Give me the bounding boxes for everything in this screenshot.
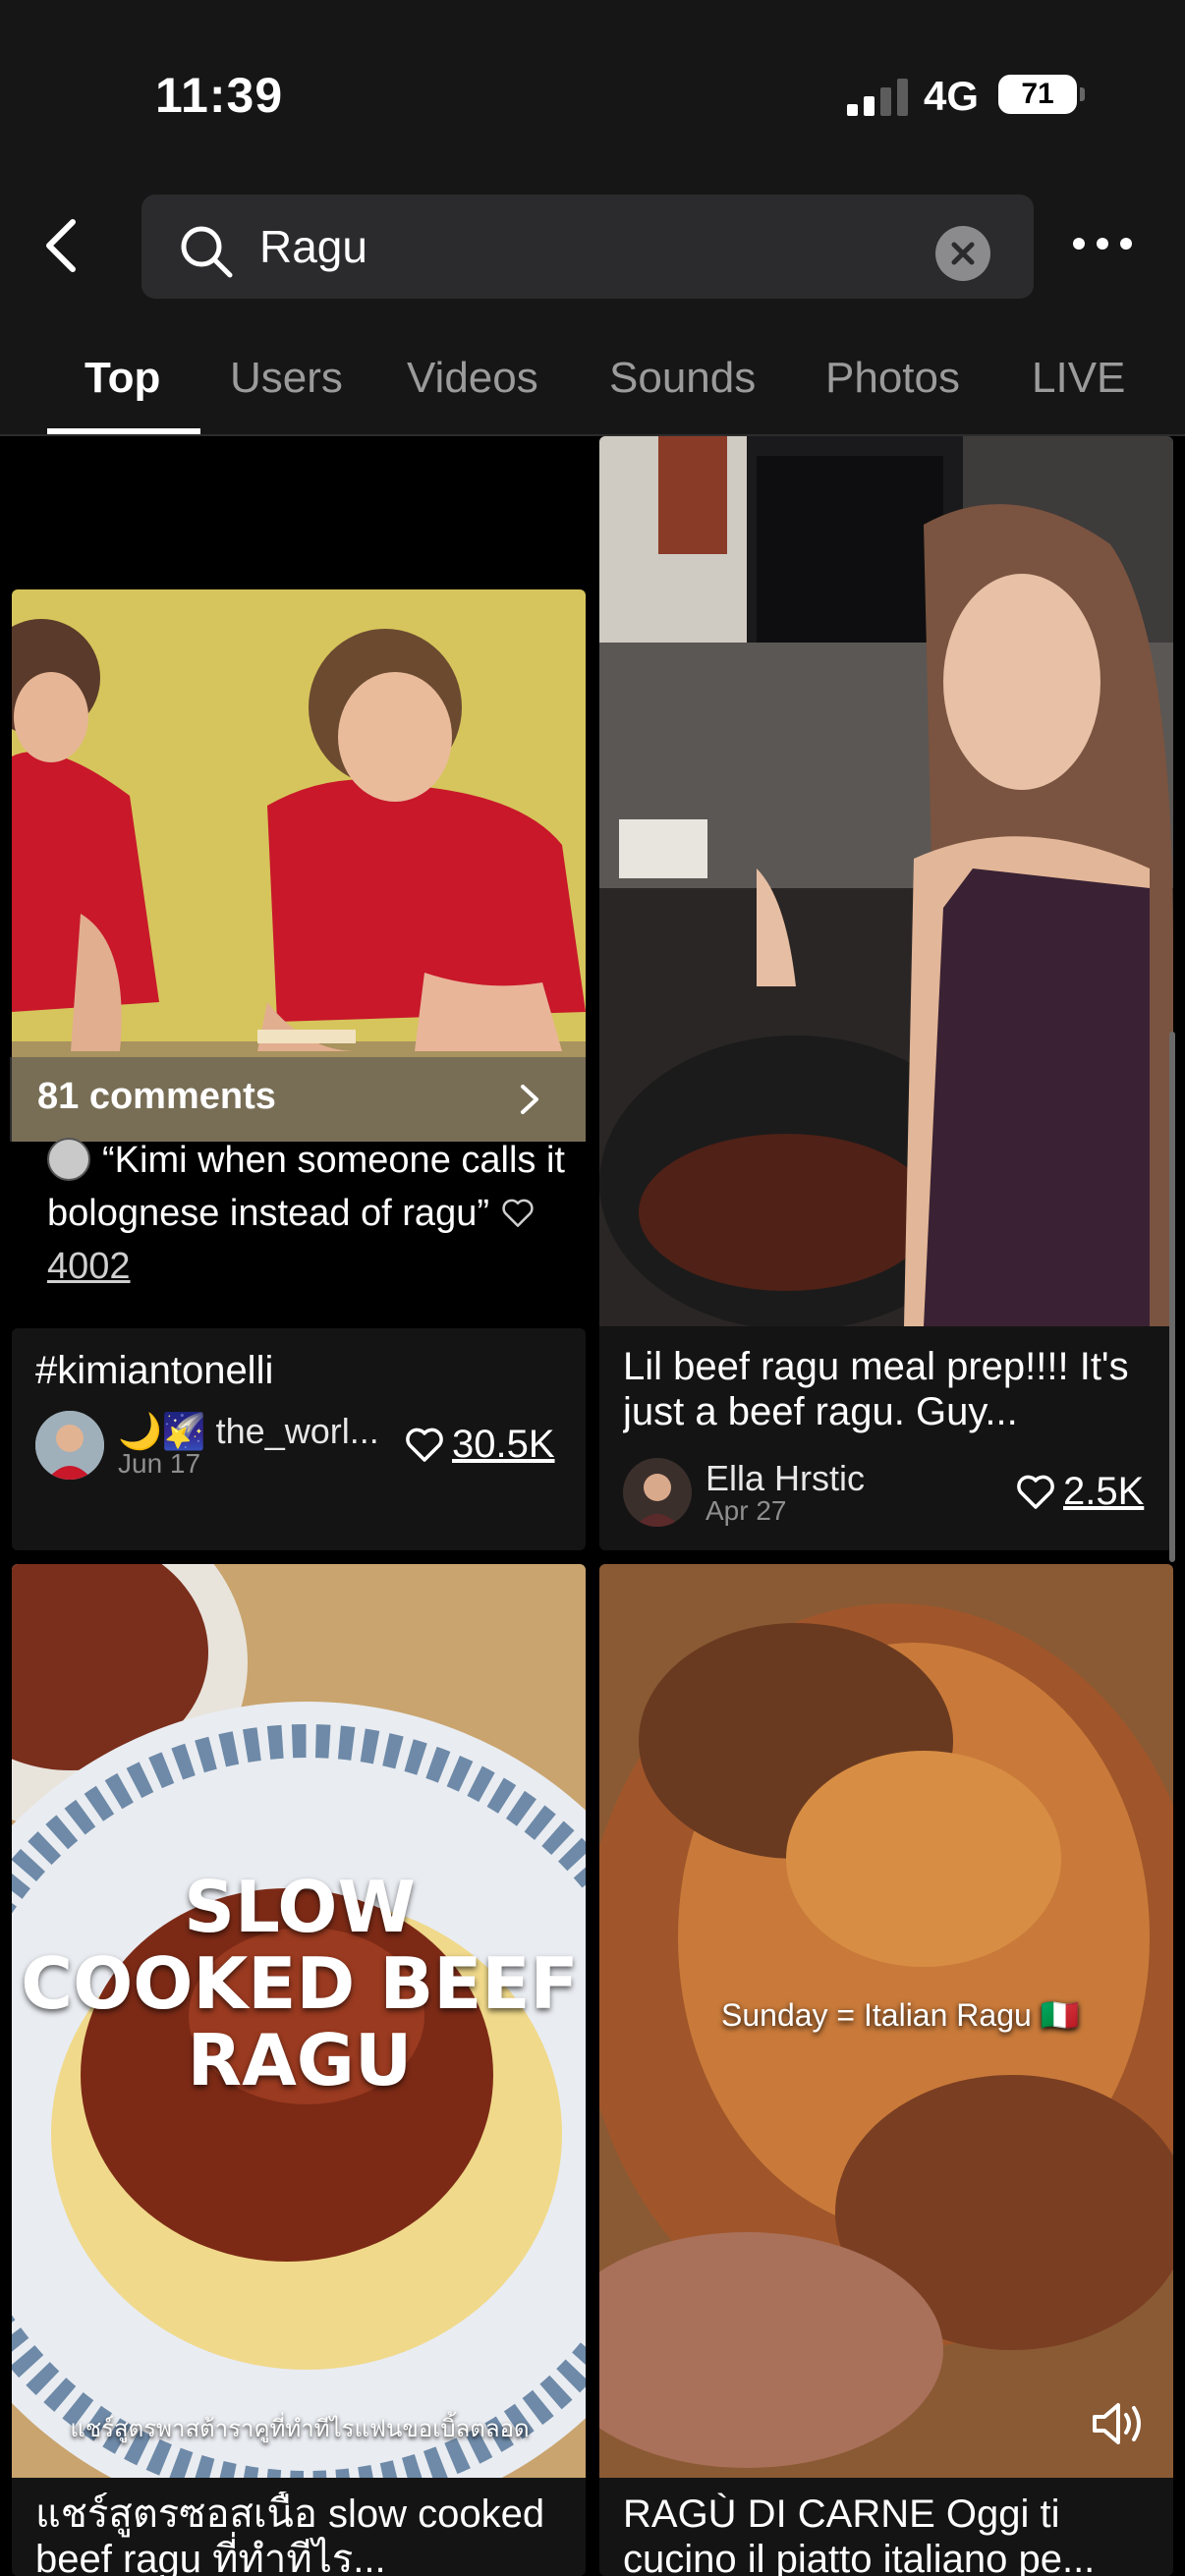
- video-overlay-subtitle: แชร์สูตรพาสต้าราคูที่ทำทีไรแฟนขอเบิ้ลตลอ…: [70, 2416, 530, 2442]
- author-avatar[interactable]: [623, 1458, 692, 1527]
- heart-icon[interactable]: [405, 1427, 444, 1464]
- top-comment-likes[interactable]: 4002: [47, 1246, 131, 1287]
- video-thumbnail[interactable]: Sunday = Italian Ragu 🇮🇹: [599, 1564, 1173, 2478]
- battery-icon: 71: [998, 75, 1085, 114]
- status-bar: 11:39 4G 71: [0, 0, 1185, 187]
- back-arrow-icon[interactable]: [33, 216, 92, 275]
- post-date: Jun 17: [118, 1448, 201, 1479]
- active-tab-indicator: [47, 428, 200, 434]
- video-caption: แชร์สูตรซอสเนื้อ slow cooked beef ragu ท…: [35, 2492, 545, 2576]
- video-card-kimi-meta[interactable]: #kimiantonelli 🌙🌠 the_worl... Jun 17 30.…: [12, 1328, 586, 1550]
- heart-icon[interactable]: [1016, 1474, 1055, 1511]
- video-thumbnail[interactable]: SLOW COOKED BEEF RAGU แชร์สูตรพาสต้าราคู…: [12, 1564, 586, 2478]
- scroll-indicator[interactable]: [1169, 1032, 1175, 1562]
- like-count[interactable]: 2.5K: [1063, 1470, 1144, 1514]
- tab-users[interactable]: Users: [230, 354, 343, 403]
- network-type: 4G: [924, 73, 980, 119]
- tab-top[interactable]: Top: [85, 354, 160, 403]
- author-avatar[interactable]: [35, 1411, 104, 1480]
- like-count[interactable]: 30.5K: [452, 1423, 555, 1467]
- video-caption: RAGÙ DI CARNE Oggi ti cucino il piatto i…: [623, 2492, 1096, 2576]
- video-card-ella[interactable]: Lil beef ragu meal prep!!!! It's just a …: [599, 436, 1173, 1550]
- author-name[interactable]: 🌙🌠 the_worl...: [118, 1411, 393, 1452]
- comments-count[interactable]: 81 comments: [37, 1076, 276, 1118]
- tab-live[interactable]: LIVE: [1032, 354, 1125, 403]
- search-bar[interactable]: [141, 195, 1034, 299]
- volume-icon[interactable]: [1091, 2399, 1148, 2448]
- more-options-icon[interactable]: [1071, 232, 1134, 255]
- heart-icon: [501, 1199, 534, 1227]
- video-overlay-title: SLOW COOKED BEEF RAGU: [21, 1866, 579, 2101]
- author-name[interactable]: Ella Hrstic: [705, 1458, 865, 1499]
- search-header: [0, 187, 1185, 334]
- top-comment-text: “Kimi when someone calls it bolognese in…: [47, 1140, 565, 1234]
- avatar-image: [35, 1411, 104, 1480]
- thumbnail-image: [599, 436, 1173, 1326]
- video-caption: #kimiantonelli: [35, 1349, 274, 1392]
- status-time: 11:39: [155, 68, 284, 123]
- video-card-ragu-di-carne[interactable]: Sunday = Italian Ragu 🇮🇹 RAGÙ DI CARNE O…: [599, 1564, 1173, 2576]
- tab-videos[interactable]: Videos: [407, 354, 538, 403]
- video-overlay-text: Sunday = Italian Ragu 🇮🇹: [721, 1997, 1080, 2033]
- post-date: Apr 27: [705, 1495, 787, 1526]
- search-input[interactable]: [259, 214, 947, 279]
- tab-sounds[interactable]: Sounds: [609, 354, 756, 403]
- tab-photos[interactable]: Photos: [825, 354, 960, 403]
- search-tabs: Top Users Videos Sounds Photos LIVE: [0, 334, 1185, 436]
- close-icon: [951, 242, 975, 265]
- video-thumbnail[interactable]: [599, 436, 1173, 1326]
- video-card-slow-cooked[interactable]: SLOW COOKED BEEF RAGU แชร์สูตรพาสต้าราคู…: [12, 1564, 586, 2576]
- avatar-image: [623, 1458, 692, 1527]
- chevron-right-icon: [521, 1085, 538, 1114]
- clear-search-button[interactable]: [935, 226, 990, 281]
- cellular-signal-icon: [847, 79, 908, 116]
- video-caption: Lil beef ragu meal prep!!!! It's just a …: [623, 1345, 1129, 1433]
- search-icon: [181, 226, 233, 278]
- battery-level: 71: [1021, 78, 1054, 110]
- top-comment: “Kimi when someone calls it bolognese in…: [47, 1134, 578, 1293]
